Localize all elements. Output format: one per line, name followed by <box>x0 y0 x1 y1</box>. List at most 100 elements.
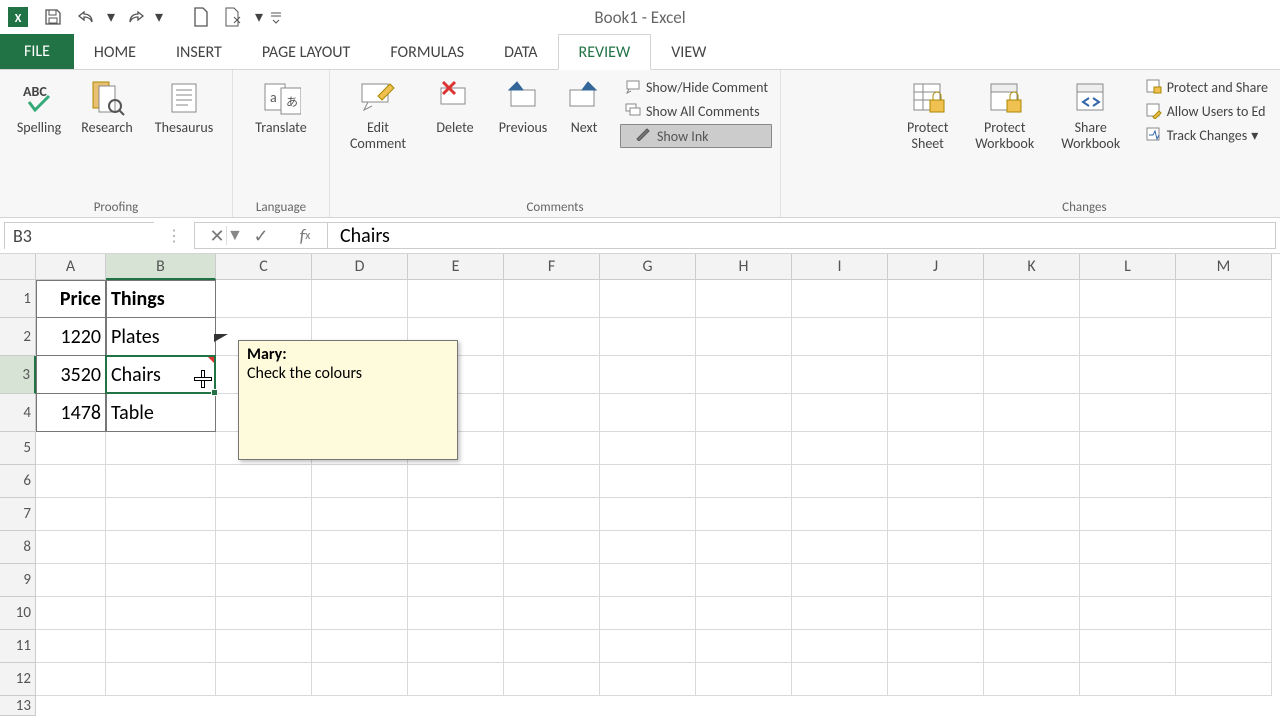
cell-K6[interactable] <box>984 465 1080 498</box>
row-header-1[interactable]: 1 <box>0 280 36 318</box>
cell-J10[interactable] <box>888 597 984 630</box>
enter-icon[interactable]: ✓ <box>239 225 283 247</box>
cell-I5[interactable] <box>792 432 888 465</box>
cell-H9[interactable] <box>696 564 792 597</box>
cell-A12[interactable] <box>36 663 106 696</box>
cell-F12[interactable] <box>504 663 600 696</box>
row-header-9[interactable]: 9 <box>0 564 36 597</box>
tab-review[interactable]: REVIEW <box>558 34 652 70</box>
cell-B7[interactable] <box>106 498 216 531</box>
col-header-I[interactable]: I <box>792 254 888 280</box>
row-header-13[interactable]: 13 <box>0 696 36 716</box>
cell-M5[interactable] <box>1176 432 1272 465</box>
col-header-K[interactable]: K <box>984 254 1080 280</box>
thesaurus-button[interactable]: Thesaurus <box>144 76 224 136</box>
cell-A11[interactable] <box>36 630 106 663</box>
cell-D7[interactable] <box>312 498 408 531</box>
cell-M8[interactable] <box>1176 531 1272 564</box>
cell-J5[interactable] <box>888 432 984 465</box>
cell-J7[interactable] <box>888 498 984 531</box>
cell-B6[interactable] <box>106 465 216 498</box>
row-header-3[interactable]: 3 <box>0 356 36 394</box>
cell-D6[interactable] <box>312 465 408 498</box>
cell-C10[interactable] <box>216 597 312 630</box>
cell-C11[interactable] <box>216 630 312 663</box>
cell-H4[interactable] <box>696 394 792 432</box>
cell-K9[interactable] <box>984 564 1080 597</box>
research-button[interactable]: Research <box>76 76 138 136</box>
cell-J4[interactable] <box>888 394 984 432</box>
row-header-10[interactable]: 10 <box>0 597 36 630</box>
cell-L11[interactable] <box>1080 630 1176 663</box>
row-header-6[interactable]: 6 <box>0 465 36 498</box>
undo-dropdown-icon[interactable]: ▾ <box>104 2 118 32</box>
tab-home[interactable]: HOME <box>74 35 156 69</box>
protect-and-share-button[interactable]: Protect and Share <box>1141 76 1272 98</box>
cell-D11[interactable] <box>312 630 408 663</box>
fx-icon[interactable]: fx <box>283 225 327 247</box>
cell-B10[interactable] <box>106 597 216 630</box>
cell-F6[interactable] <box>504 465 600 498</box>
cell-L9[interactable] <box>1080 564 1176 597</box>
cell-G11[interactable] <box>600 630 696 663</box>
cell-F10[interactable] <box>504 597 600 630</box>
cell-G4[interactable] <box>600 394 696 432</box>
row-header-4[interactable]: 4 <box>0 394 36 432</box>
cell-I10[interactable] <box>792 597 888 630</box>
row-header-8[interactable]: 8 <box>0 531 36 564</box>
tab-page-layout[interactable]: PAGE LAYOUT <box>242 35 371 69</box>
row-header-7[interactable]: 7 <box>0 498 36 531</box>
cell-K1[interactable] <box>984 280 1080 318</box>
cell-M4[interactable] <box>1176 394 1272 432</box>
cell-L10[interactable] <box>1080 597 1176 630</box>
cell-G6[interactable] <box>600 465 696 498</box>
cell-J12[interactable] <box>888 663 984 696</box>
col-header-J[interactable]: J <box>888 254 984 280</box>
tab-insert[interactable]: INSERT <box>156 35 242 69</box>
cell-L8[interactable] <box>1080 531 1176 564</box>
cell-E9[interactable] <box>408 564 504 597</box>
cell-H8[interactable] <box>696 531 792 564</box>
col-header-D[interactable]: D <box>312 254 408 280</box>
cell-B1[interactable]: Things <box>106 280 216 318</box>
cell-I3[interactable] <box>792 356 888 394</box>
cell-H6[interactable] <box>696 465 792 498</box>
cell-E11[interactable] <box>408 630 504 663</box>
cell-I6[interactable] <box>792 465 888 498</box>
save-icon[interactable] <box>36 2 70 32</box>
redo-dropdown-icon[interactable]: ▾ <box>152 2 166 32</box>
cell-B2[interactable]: Plates <box>106 318 216 356</box>
cell-K8[interactable] <box>984 531 1080 564</box>
cell-J6[interactable] <box>888 465 984 498</box>
cell-A9[interactable] <box>36 564 106 597</box>
cell-B12[interactable] <box>106 663 216 696</box>
cell-B8[interactable] <box>106 531 216 564</box>
cell-I8[interactable] <box>792 531 888 564</box>
cell-J2[interactable] <box>888 318 984 356</box>
cell-K10[interactable] <box>984 597 1080 630</box>
cancel-icon[interactable]: ✕ <box>195 225 239 247</box>
cell-M2[interactable] <box>1176 318 1272 356</box>
cell-F1[interactable] <box>504 280 600 318</box>
cell-F7[interactable] <box>504 498 600 531</box>
cell-K12[interactable] <box>984 663 1080 696</box>
cell-C1[interactable] <box>216 280 312 318</box>
cell-G8[interactable] <box>600 531 696 564</box>
protect-sheet-button[interactable]: Protect Sheet <box>897 76 959 152</box>
cell-G5[interactable] <box>600 432 696 465</box>
edit-comment-button[interactable]: Edit Comment <box>338 76 418 152</box>
cell-B5[interactable] <box>106 432 216 465</box>
row-header-5[interactable]: 5 <box>0 432 36 465</box>
cell-L7[interactable] <box>1080 498 1176 531</box>
protect-workbook-button[interactable]: Protect Workbook <box>965 76 1045 152</box>
show-hide-comment-button[interactable]: Show/Hide Comment <box>620 76 772 98</box>
allow-users-edit-button[interactable]: Allow Users to Ed <box>1141 100 1272 122</box>
row-header-2[interactable]: 2 <box>0 318 36 356</box>
cell-M9[interactable] <box>1176 564 1272 597</box>
cell-C12[interactable] <box>216 663 312 696</box>
worksheet[interactable]: A B C D E F G H I J K L M 1 2 3 4 5 6 7 … <box>0 254 1280 720</box>
cell-A4[interactable]: 1478 <box>36 394 106 432</box>
cell-J1[interactable] <box>888 280 984 318</box>
cell-H11[interactable] <box>696 630 792 663</box>
cell-H5[interactable] <box>696 432 792 465</box>
